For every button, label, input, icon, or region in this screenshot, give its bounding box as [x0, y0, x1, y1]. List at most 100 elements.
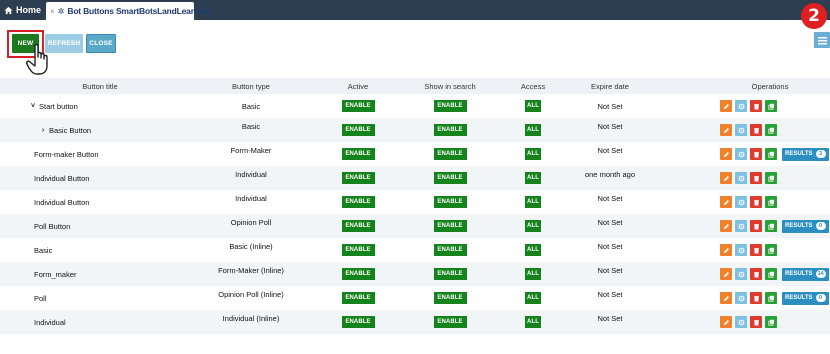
- list-view-button[interactable]: [814, 32, 830, 48]
- pencil-icon[interactable]: [720, 268, 732, 280]
- search-enable-badge[interactable]: ENABLE: [433, 244, 467, 256]
- gear-icon[interactable]: [735, 124, 747, 136]
- pencil-icon[interactable]: [720, 124, 732, 136]
- copy-icon[interactable]: [765, 124, 777, 136]
- pencil-icon[interactable]: [720, 172, 732, 184]
- active-enable-badge[interactable]: ENABLE: [341, 220, 375, 232]
- search-enable-badge[interactable]: ENABLE: [433, 292, 467, 304]
- copy-icon[interactable]: [765, 196, 777, 208]
- trash-icon[interactable]: [750, 148, 762, 160]
- access-all-badge[interactable]: ALL: [525, 244, 541, 256]
- table-row[interactable]: Individual Button Individual ENABLE ENAB…: [0, 190, 830, 214]
- table-row[interactable]: Form_maker Form-Maker (Inline) ENABLE EN…: [0, 262, 830, 286]
- access-all-badge[interactable]: ALL: [525, 196, 541, 208]
- trash-icon[interactable]: [750, 316, 762, 328]
- tab-bot-buttons-label: Bot Buttons SmartBotsLandLearning: [67, 6, 211, 16]
- table-row[interactable]: Poll Button Opinion Poll ENABLE ENABLE A…: [0, 214, 830, 238]
- trash-icon[interactable]: [750, 124, 762, 136]
- search-cell: ENABLE: [428, 286, 472, 310]
- close-button[interactable]: CLOSE: [86, 34, 116, 53]
- copy-icon[interactable]: [765, 172, 777, 184]
- table-row[interactable]: Form-maker Button Form-Maker ENABLE ENAB…: [0, 142, 830, 166]
- access-all-badge[interactable]: ALL: [525, 220, 541, 232]
- tab-home[interactable]: Home: [0, 0, 46, 20]
- access-all-badge[interactable]: ALL: [525, 148, 541, 160]
- pencil-icon[interactable]: [720, 244, 732, 256]
- copy-icon[interactable]: [765, 148, 777, 160]
- active-enable-badge[interactable]: ENABLE: [341, 316, 375, 328]
- trash-icon[interactable]: [750, 244, 762, 256]
- search-enable-badge[interactable]: ENABLE: [433, 220, 467, 232]
- search-enable-badge[interactable]: ENABLE: [433, 148, 467, 160]
- results-button[interactable]: RESULTS 0: [782, 291, 829, 305]
- active-enable-badge[interactable]: ENABLE: [341, 124, 375, 136]
- header-operations: Operations: [751, 81, 789, 91]
- active-enable-badge[interactable]: ENABLE: [341, 196, 375, 208]
- table-header: Button title Button type Active Show in …: [0, 78, 830, 94]
- gear-icon[interactable]: [735, 268, 747, 280]
- pencil-icon[interactable]: [720, 220, 732, 232]
- pencil-icon[interactable]: [720, 100, 732, 112]
- tab-close-icon[interactable]: ×: [50, 7, 55, 16]
- gear-icon[interactable]: [735, 220, 747, 232]
- results-button[interactable]: RESULTS 14: [782, 267, 829, 281]
- trash-icon[interactable]: [750, 100, 762, 112]
- active-cell: ENABLE: [336, 262, 380, 286]
- search-enable-badge[interactable]: ENABLE: [433, 268, 467, 280]
- active-enable-badge[interactable]: ENABLE: [341, 148, 375, 160]
- search-cell: ENABLE: [428, 142, 472, 166]
- access-all-badge[interactable]: ALL: [525, 100, 541, 112]
- copy-icon[interactable]: [765, 316, 777, 328]
- gear-icon[interactable]: [735, 100, 747, 112]
- gear-icon[interactable]: [735, 148, 747, 160]
- access-all-badge[interactable]: ALL: [525, 268, 541, 280]
- pencil-icon[interactable]: [720, 316, 732, 328]
- gear-icon[interactable]: [735, 292, 747, 304]
- access-all-badge[interactable]: ALL: [525, 172, 541, 184]
- gear-icon[interactable]: [735, 244, 747, 256]
- trash-icon[interactable]: [750, 292, 762, 304]
- results-button[interactable]: RESULTS 0: [782, 219, 829, 233]
- tab-bot-buttons[interactable]: × ✲ Bot Buttons SmartBotsLandLearning: [46, 2, 211, 20]
- pencil-icon[interactable]: [720, 148, 732, 160]
- copy-icon[interactable]: [765, 268, 777, 280]
- active-enable-badge[interactable]: ENABLE: [341, 268, 375, 280]
- trash-icon[interactable]: [750, 196, 762, 208]
- copy-icon[interactable]: [765, 292, 777, 304]
- active-cell: ENABLE: [336, 310, 380, 334]
- copy-icon[interactable]: [765, 220, 777, 232]
- active-enable-badge[interactable]: ENABLE: [341, 100, 375, 112]
- active-enable-badge[interactable]: ENABLE: [341, 292, 375, 304]
- active-cell: ENABLE: [336, 94, 380, 118]
- table-row[interactable]: v˅ Start button Basic ENABLE ENABLE ALL …: [0, 94, 830, 118]
- search-enable-badge[interactable]: ENABLE: [433, 196, 467, 208]
- pencil-icon[interactable]: [720, 292, 732, 304]
- access-all-badge[interactable]: ALL: [525, 316, 541, 328]
- pencil-icon[interactable]: [720, 196, 732, 208]
- copy-icon[interactable]: [765, 244, 777, 256]
- search-enable-badge[interactable]: ENABLE: [433, 172, 467, 184]
- active-cell: ENABLE: [336, 190, 380, 214]
- table-row[interactable]: Poll Opinion Poll (Inline) ENABLE ENABLE…: [0, 286, 830, 310]
- table-row[interactable]: Individual Button Individual ENABLE ENAB…: [0, 166, 830, 190]
- trash-icon[interactable]: [750, 268, 762, 280]
- table-row[interactable]: Individual Individual (Inline) ENABLE EN…: [0, 310, 830, 334]
- table-row[interactable]: >› Basic Button Basic ENABLE ENABLE ALL …: [0, 118, 830, 142]
- results-button[interactable]: RESULTS 3: [782, 147, 829, 161]
- table-row[interactable]: Basic Basic (Inline) ENABLE ENABLE ALL N…: [0, 238, 830, 262]
- access-all-badge[interactable]: ALL: [525, 124, 541, 136]
- copy-icon[interactable]: [765, 100, 777, 112]
- search-enable-badge[interactable]: ENABLE: [433, 100, 467, 112]
- gear-icon[interactable]: [735, 316, 747, 328]
- gear-icon[interactable]: [735, 172, 747, 184]
- gear-icon[interactable]: [735, 196, 747, 208]
- active-enable-badge[interactable]: ENABLE: [341, 244, 375, 256]
- button-title-cell: Poll Button: [0, 214, 200, 238]
- search-enable-badge[interactable]: ENABLE: [433, 316, 467, 328]
- access-cell: ALL: [520, 94, 546, 118]
- active-enable-badge[interactable]: ENABLE: [341, 172, 375, 184]
- trash-icon[interactable]: [750, 172, 762, 184]
- search-enable-badge[interactable]: ENABLE: [433, 124, 467, 136]
- trash-icon[interactable]: [750, 220, 762, 232]
- access-all-badge[interactable]: ALL: [525, 292, 541, 304]
